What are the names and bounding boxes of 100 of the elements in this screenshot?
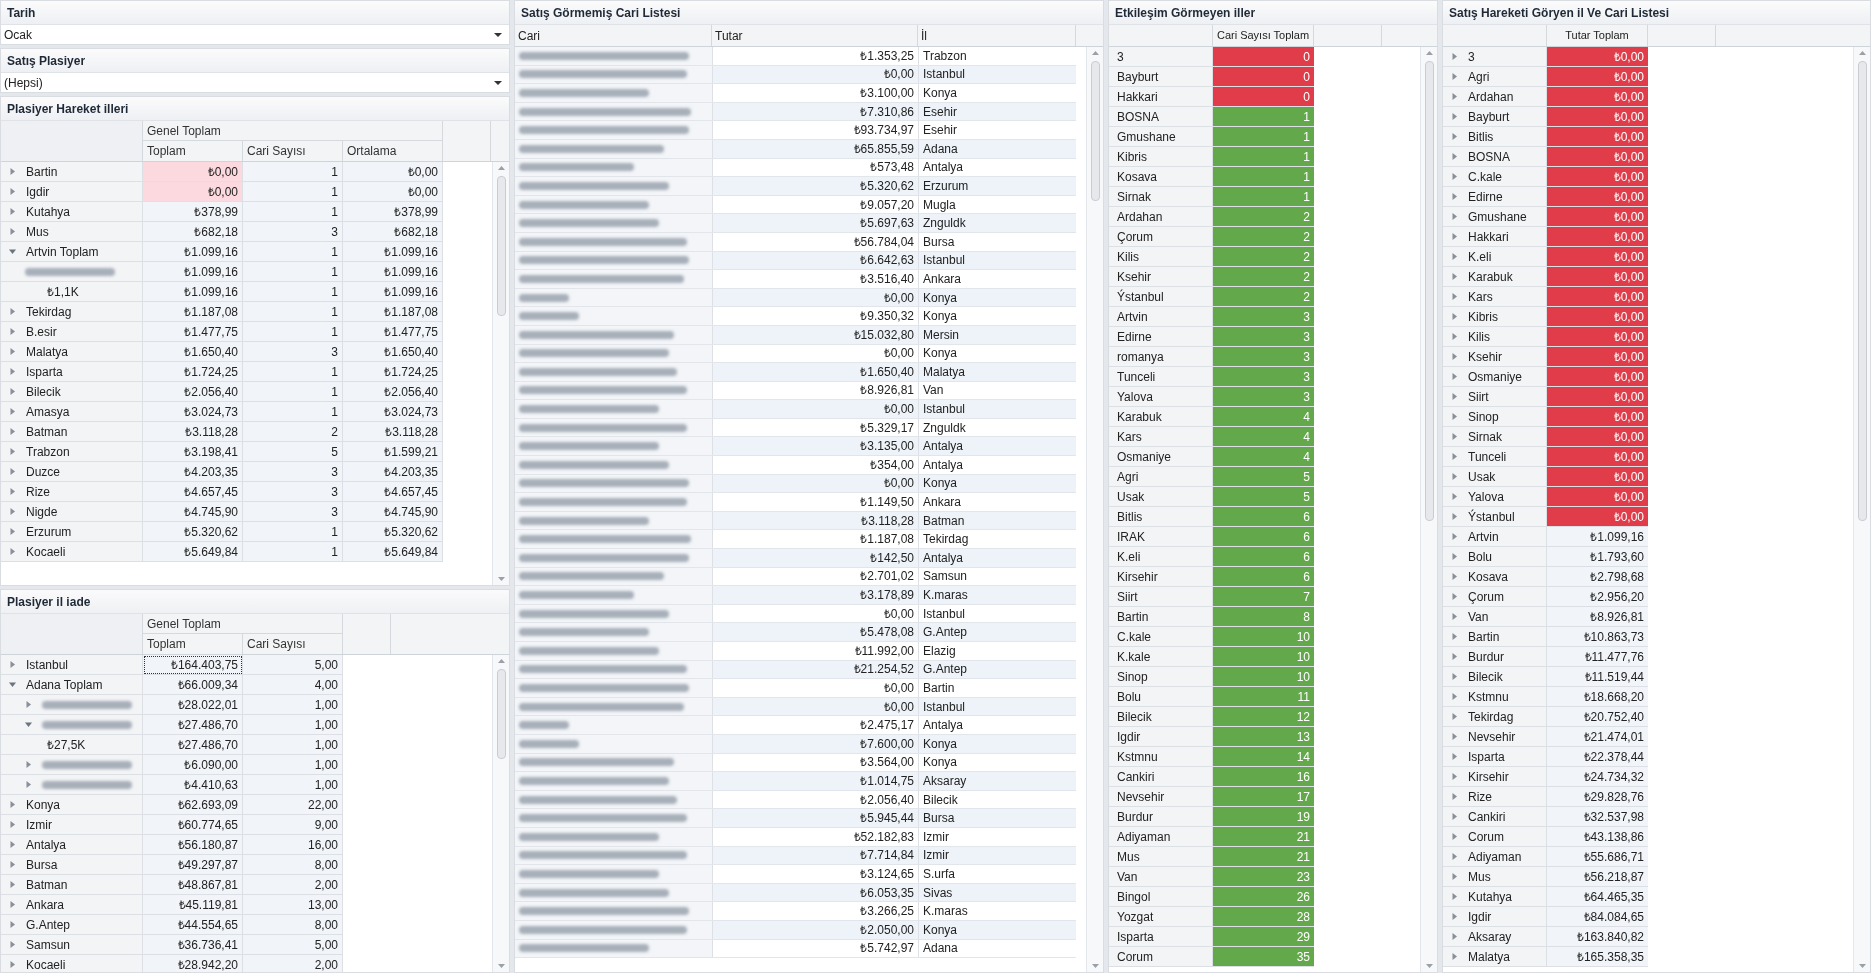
expand-arrow-icon[interactable] bbox=[1451, 413, 1458, 420]
scroll-up-icon[interactable] bbox=[497, 659, 505, 663]
row-header[interactable]: K.eli bbox=[1109, 547, 1213, 567]
row-header[interactable]: Agri bbox=[1109, 467, 1213, 487]
row-header[interactable]: Adana Toplam bbox=[1, 675, 143, 695]
expand-arrow-icon[interactable] bbox=[9, 168, 16, 175]
expand-arrow-icon[interactable] bbox=[9, 368, 16, 375]
expand-arrow-icon[interactable] bbox=[1451, 293, 1458, 300]
expand-arrow-icon[interactable] bbox=[25, 701, 32, 708]
scrollbar[interactable] bbox=[492, 162, 509, 585]
row-header[interactable] bbox=[1, 262, 143, 282]
scroll-thumb[interactable] bbox=[1090, 61, 1100, 201]
row-header[interactable]: Osmaniye bbox=[1109, 447, 1213, 467]
scroll-up-icon[interactable] bbox=[497, 166, 505, 170]
row-header[interactable]: Corum bbox=[1109, 947, 1213, 967]
row-header[interactable]: Tekirdag bbox=[1, 302, 143, 322]
scrollbar[interactable] bbox=[1420, 47, 1437, 972]
row-header[interactable]: Kutahya bbox=[1443, 887, 1547, 907]
row-header[interactable]: Kocaeli bbox=[1, 542, 143, 562]
expand-arrow-icon[interactable] bbox=[1451, 93, 1458, 100]
row-header[interactable]: ₺1,1K bbox=[1, 282, 143, 302]
row-header[interactable]: Bilecik bbox=[1443, 667, 1547, 687]
row-header[interactable]: Cankiri bbox=[1443, 807, 1547, 827]
row-header[interactable]: Trabzon bbox=[1, 442, 143, 462]
row-header[interactable]: Kars bbox=[1443, 287, 1547, 307]
expand-arrow-icon[interactable] bbox=[1451, 273, 1458, 280]
scrollbar[interactable] bbox=[1086, 47, 1103, 972]
caret-icon[interactable] bbox=[494, 32, 502, 37]
expand-arrow-icon[interactable] bbox=[1451, 193, 1458, 200]
row-header[interactable]: C.kale bbox=[1109, 627, 1213, 647]
expand-arrow-icon[interactable] bbox=[25, 761, 32, 768]
column-header[interactable]: Cari Sayısı bbox=[243, 141, 343, 161]
expand-arrow-icon[interactable] bbox=[1451, 553, 1458, 560]
row-header[interactable]: Yalova bbox=[1109, 387, 1213, 407]
row-header[interactable]: Karabuk bbox=[1443, 267, 1547, 287]
row-header[interactable] bbox=[1, 775, 143, 795]
row-header[interactable]: Ýstanbul bbox=[1443, 507, 1547, 527]
row-header[interactable]: Antalya bbox=[1, 835, 143, 855]
expand-arrow-icon[interactable] bbox=[9, 661, 16, 668]
row-header[interactable]: Bartin bbox=[1109, 607, 1213, 627]
row-header[interactable]: 3 bbox=[1109, 47, 1213, 67]
row-header[interactable]: Artvin bbox=[1443, 527, 1547, 547]
row-header[interactable]: BOSNA bbox=[1443, 147, 1547, 167]
expand-arrow-icon[interactable] bbox=[9, 881, 16, 888]
expand-arrow-icon[interactable] bbox=[1451, 693, 1458, 700]
expand-arrow-icon[interactable] bbox=[9, 328, 16, 335]
scroll-up-icon[interactable] bbox=[1091, 51, 1099, 55]
expand-arrow-icon[interactable] bbox=[9, 228, 16, 235]
row-header[interactable]: Corum bbox=[1443, 827, 1547, 847]
row-header[interactable]: Osmaniye bbox=[1443, 367, 1547, 387]
row-header[interactable]: Nevsehir bbox=[1443, 727, 1547, 747]
row-header[interactable]: Yozgat bbox=[1109, 907, 1213, 927]
row-header[interactable]: Kosava bbox=[1443, 567, 1547, 587]
row-header[interactable]: Bartin bbox=[1, 162, 143, 182]
row-header[interactable]: Mus bbox=[1109, 847, 1213, 867]
row-header[interactable]: Istanbul bbox=[1, 655, 143, 675]
row-header[interactable]: Edirne bbox=[1109, 327, 1213, 347]
row-header[interactable]: Mus bbox=[1, 222, 143, 242]
row-header[interactable]: Malatya bbox=[1443, 947, 1547, 967]
expand-arrow-icon[interactable] bbox=[1451, 893, 1458, 900]
row-header[interactable]: ₺27,5K bbox=[1, 735, 143, 755]
column-header[interactable]: Cari Sayısı bbox=[243, 634, 343, 654]
row-header[interactable]: Konya bbox=[1, 795, 143, 815]
expand-arrow-icon[interactable] bbox=[1451, 913, 1458, 920]
expand-arrow-icon[interactable] bbox=[1451, 873, 1458, 880]
row-header[interactable]: C.kale bbox=[1443, 167, 1547, 187]
expand-arrow-icon[interactable] bbox=[1451, 493, 1458, 500]
row-header[interactable]: Edirne bbox=[1443, 187, 1547, 207]
expand-arrow-icon[interactable] bbox=[1451, 433, 1458, 440]
row-header[interactable]: Çorum bbox=[1109, 227, 1213, 247]
expand-arrow-icon[interactable] bbox=[1451, 213, 1458, 220]
row-header[interactable]: Rize bbox=[1443, 787, 1547, 807]
scroll-up-icon[interactable] bbox=[1858, 51, 1866, 55]
row-header[interactable]: Nigde bbox=[1, 502, 143, 522]
scrollbar[interactable] bbox=[492, 655, 509, 972]
expand-arrow-icon[interactable] bbox=[9, 821, 16, 828]
row-header[interactable]: Tunceli bbox=[1443, 447, 1547, 467]
column-header[interactable]: Toplam bbox=[143, 141, 243, 161]
scroll-thumb[interactable] bbox=[1857, 61, 1867, 521]
expand-arrow-icon[interactable] bbox=[1451, 733, 1458, 740]
collapse-arrow-icon[interactable] bbox=[9, 248, 16, 255]
expand-arrow-icon[interactable] bbox=[1451, 753, 1458, 760]
expand-arrow-icon[interactable] bbox=[25, 781, 32, 788]
row-header[interactable]: Malatya bbox=[1, 342, 143, 362]
expand-arrow-icon[interactable] bbox=[1451, 673, 1458, 680]
expand-arrow-icon[interactable] bbox=[1451, 393, 1458, 400]
row-header[interactable]: Sirnak bbox=[1443, 427, 1547, 447]
row-header[interactable]: Agri bbox=[1443, 67, 1547, 87]
collapse-arrow-icon[interactable] bbox=[25, 721, 32, 728]
row-header[interactable]: Siirt bbox=[1109, 587, 1213, 607]
expand-arrow-icon[interactable] bbox=[9, 428, 16, 435]
expand-arrow-icon[interactable] bbox=[9, 188, 16, 195]
column-header[interactable]: Toplam bbox=[143, 634, 243, 654]
expand-arrow-icon[interactable] bbox=[1451, 113, 1458, 120]
scroll-thumb[interactable] bbox=[496, 176, 506, 316]
expand-arrow-icon[interactable] bbox=[1451, 793, 1458, 800]
expand-arrow-icon[interactable] bbox=[1451, 593, 1458, 600]
row-header[interactable]: Kirsehir bbox=[1443, 767, 1547, 787]
row-header[interactable]: Kstmnu bbox=[1443, 687, 1547, 707]
row-header[interactable]: romanya bbox=[1109, 347, 1213, 367]
